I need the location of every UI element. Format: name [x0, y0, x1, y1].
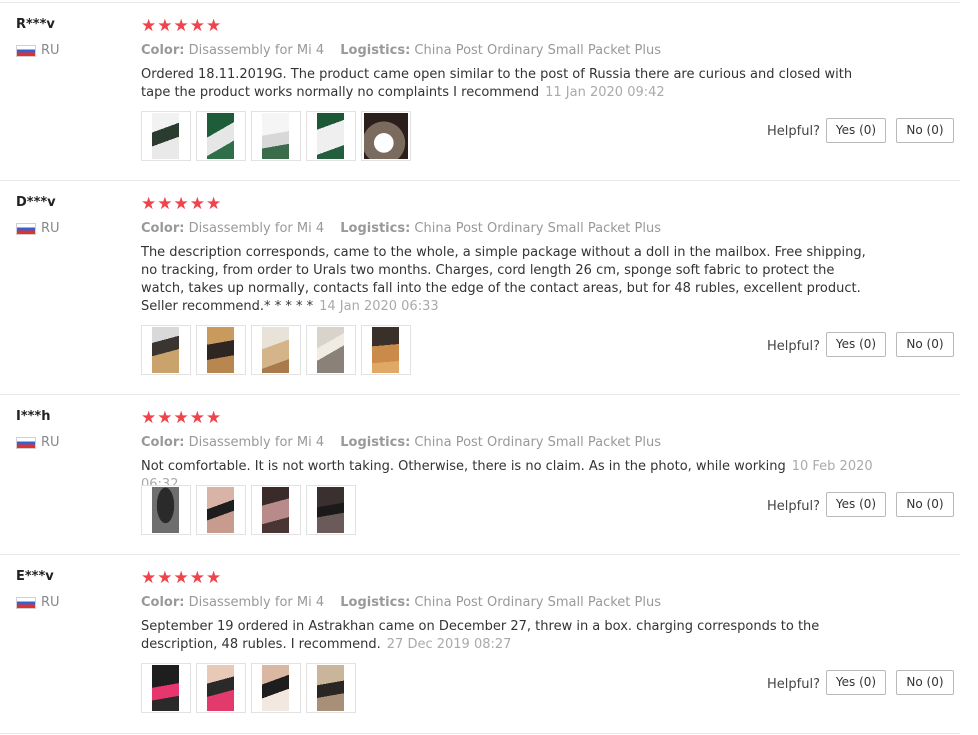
russia-flag-icon — [16, 45, 36, 57]
country-code: RU — [41, 43, 60, 58]
helpful-no-button[interactable]: No (0) — [896, 492, 954, 517]
review-photo-thumbnail[interactable] — [306, 325, 356, 375]
review-meta: Color: Disassembly for Mi 4 Logistics: C… — [141, 595, 661, 610]
color-label: Color: — [141, 435, 185, 450]
color-value: Disassembly for Mi 4 — [188, 435, 325, 450]
reviewer-name: R***v — [16, 17, 55, 32]
review-photo-thumbnail[interactable] — [196, 663, 246, 713]
review-photo-thumbnail[interactable] — [306, 663, 356, 713]
review-photo-thumbnail[interactable] — [141, 111, 191, 161]
reviewer-name: D***v — [16, 195, 56, 210]
review-body: The description corresponds, came to the… — [141, 245, 866, 314]
review-photo-thumbnail[interactable] — [251, 111, 301, 161]
review-photo-thumbnail[interactable] — [141, 663, 191, 713]
star-rating: ★★★★★ — [141, 16, 223, 36]
logistics-label: Logistics: — [340, 435, 411, 450]
helpful-yes-button[interactable]: Yes (0) — [826, 332, 886, 357]
country-code: RU — [41, 435, 60, 450]
color-label: Color: — [141, 43, 185, 58]
color-value: Disassembly for Mi 4 — [188, 221, 325, 236]
russia-flag-icon — [16, 223, 36, 235]
logistics-label: Logistics: — [340, 221, 411, 236]
logistics-value: China Post Ordinary Small Packet Plus — [414, 595, 661, 610]
review-photo-thumbnail[interactable] — [196, 111, 246, 161]
review-body: Not comfortable. It is not worth taking.… — [141, 459, 786, 474]
logistics-value: China Post Ordinary Small Packet Plus — [414, 221, 661, 236]
helpful-yes-button[interactable]: Yes (0) — [826, 492, 886, 517]
helpful-no-button[interactable]: No (0) — [896, 118, 954, 143]
review-photo-thumbnail[interactable] — [306, 485, 356, 535]
review-item: I***h RU ★★★★★ Color: Disassembly for Mi… — [0, 394, 960, 554]
helpful-label: Helpful? — [767, 499, 820, 514]
logistics-value: China Post Ordinary Small Packet Plus — [414, 435, 661, 450]
review-meta: Color: Disassembly for Mi 4 Logistics: C… — [141, 43, 661, 58]
review-date: 11 Jan 2020 09:42 — [545, 85, 665, 100]
russia-flag-icon — [16, 437, 36, 449]
review-text: September 19 ordered in Astrakhan came o… — [141, 618, 871, 654]
review-meta: Color: Disassembly for Mi 4 Logistics: C… — [141, 435, 661, 450]
review-meta: Color: Disassembly for Mi 4 Logistics: C… — [141, 221, 661, 236]
review-date: 14 Jan 2020 06:33 — [319, 299, 439, 314]
review-photo-thumbnail[interactable] — [361, 325, 411, 375]
logistics-value: China Post Ordinary Small Packet Plus — [414, 43, 661, 58]
color-label: Color: — [141, 221, 185, 236]
helpful-label: Helpful? — [767, 677, 820, 692]
review-photo-thumbnail[interactable] — [141, 325, 191, 375]
logistics-label: Logistics: — [340, 595, 411, 610]
star-rating: ★★★★★ — [141, 194, 223, 214]
helpful-label: Helpful? — [767, 339, 820, 354]
review-photo-thumbnail[interactable] — [196, 485, 246, 535]
color-value: Disassembly for Mi 4 — [188, 43, 325, 58]
helpful-no-button[interactable]: No (0) — [896, 332, 954, 357]
helpful-no-button[interactable]: No (0) — [896, 670, 954, 695]
review-photo-thumbnail[interactable] — [251, 485, 301, 535]
star-rating: ★★★★★ — [141, 568, 223, 588]
review-text: Ordered 18.11.2019G. The product came op… — [141, 66, 871, 102]
color-value: Disassembly for Mi 4 — [188, 595, 325, 610]
review-photo-thumbnail[interactable] — [251, 663, 301, 713]
review-item: R***v RU ★★★★★ Color: Disassembly for Mi… — [0, 2, 960, 180]
review-date: 27 Dec 2019 08:27 — [386, 637, 512, 652]
logistics-label: Logistics: — [340, 43, 411, 58]
country-code: RU — [41, 221, 60, 236]
helpful-yes-button[interactable]: Yes (0) — [826, 670, 886, 695]
review-text: The description corresponds, came to the… — [141, 244, 871, 316]
russia-flag-icon — [16, 597, 36, 609]
color-label: Color: — [141, 595, 185, 610]
review-body: Ordered 18.11.2019G. The product came op… — [141, 67, 853, 100]
review-photo-thumbnail[interactable] — [251, 325, 301, 375]
country-code: RU — [41, 595, 60, 610]
helpful-yes-button[interactable]: Yes (0) — [826, 118, 886, 143]
review-photo-thumbnail[interactable] — [306, 111, 356, 161]
helpful-label: Helpful? — [767, 124, 820, 139]
reviewer-name: I***h — [16, 409, 51, 424]
review-photo-thumbnail[interactable] — [141, 485, 191, 535]
star-rating: ★★★★★ — [141, 408, 223, 428]
review-photo-thumbnail[interactable] — [361, 111, 411, 161]
reviewer-name: E***v — [16, 569, 54, 584]
review-item: E***v RU ★★★★★ Color: Disassembly for Mi… — [0, 554, 960, 734]
review-item: D***v RU ★★★★★ Color: Disassembly for Mi… — [0, 180, 960, 394]
review-photo-thumbnail[interactable] — [196, 325, 246, 375]
